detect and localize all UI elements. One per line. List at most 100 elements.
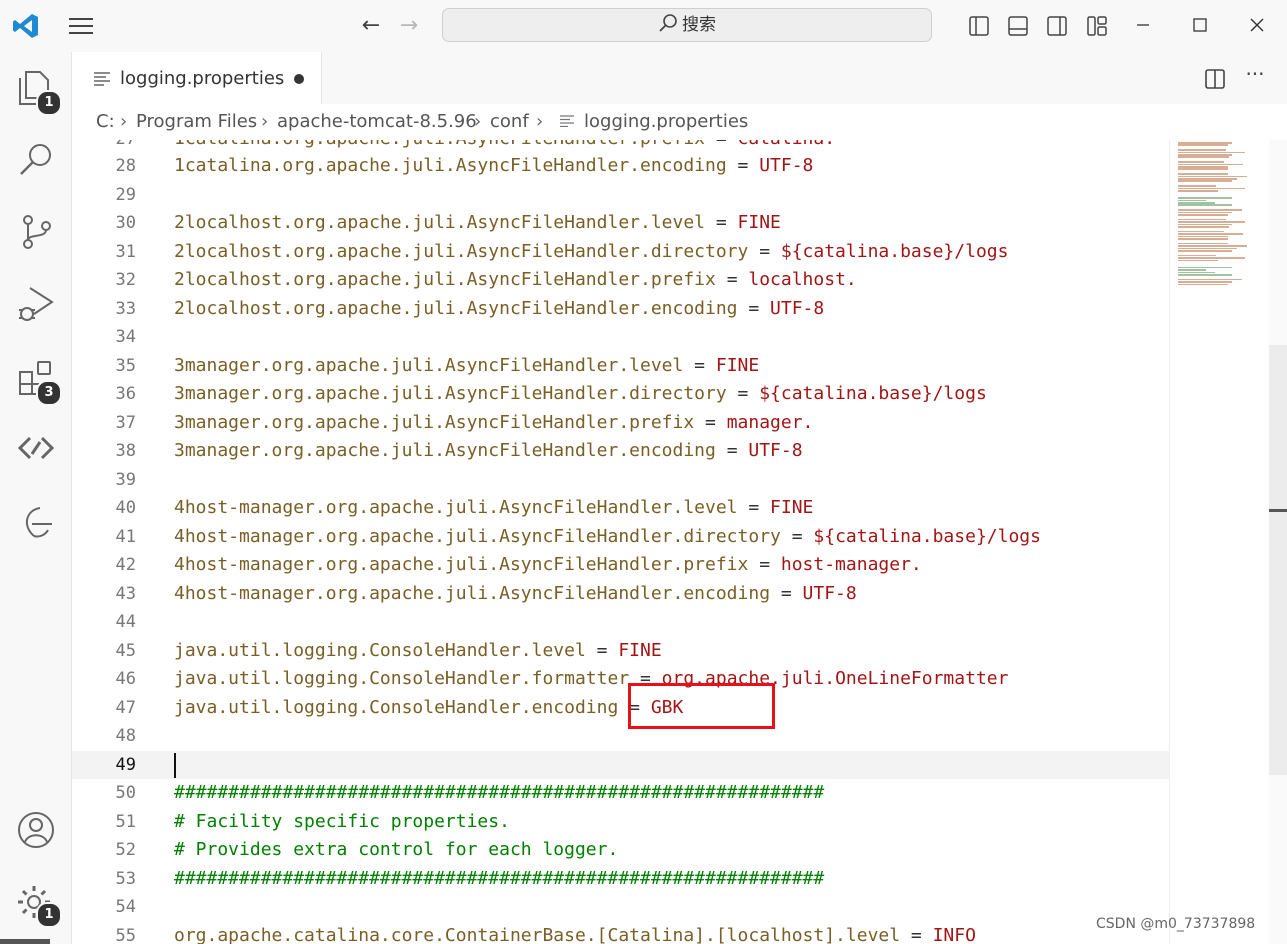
property-value: ${catalina.base}/logs: [780, 240, 1009, 262]
line-number: 54: [115, 897, 136, 917]
line-content: 4host-manager.org.apache.juli.AsyncFileH…: [174, 551, 922, 580]
line-content: org.apache.catalina.core.ContainerBase.[…: [174, 922, 976, 944]
minimap[interactable]: [1169, 140, 1270, 944]
file-lines-icon: [94, 72, 110, 86]
minimap-line: [1178, 274, 1232, 276]
line-content: ########################################…: [174, 779, 824, 808]
line-content: 1catalina.org.apache.juli.AsyncFileHandl…: [174, 152, 813, 181]
property-key: 4host-manager.org.apache.juli.AsyncFileH…: [174, 582, 771, 604]
property-key: 3manager.org.apache.juli.AsyncFileHandle…: [174, 440, 716, 461]
property-key: 4host-manager.org.apache.juli.AsyncFileH…: [174, 554, 749, 575]
line-content: 3manager.org.apache.juli.AsyncFileHandle…: [174, 380, 987, 409]
unsaved-dot-icon[interactable]: [294, 74, 304, 84]
line-content: 2localhost.org.apache.juli.AsyncFileHand…: [174, 266, 857, 295]
property-equals: =: [748, 554, 781, 575]
line-content: 2localhost.org.apache.juli.AsyncFileHand…: [174, 295, 824, 324]
search-activity[interactable]: [16, 140, 56, 180]
minimap-line: [1178, 235, 1229, 238]
code-line: 54: [72, 893, 1169, 922]
minimap-line: [1178, 190, 1218, 192]
comment-text: # Facility specific properties.: [174, 810, 510, 832]
line-number: 52: [115, 840, 136, 860]
customize-layout-icon[interactable]: [1087, 16, 1107, 36]
minimize-window-icon[interactable]: [1128, 10, 1158, 40]
minimap-line: [1178, 245, 1248, 247]
remote-explorer-activity[interactable]: [16, 428, 56, 468]
property-key: 1catalina.org.apache.juli.AsyncFileHandl…: [174, 155, 727, 176]
command-search-input[interactable]: 搜索: [442, 8, 932, 42]
maximize-window-icon[interactable]: [1185, 10, 1215, 40]
code-line: 41 4host-manager.org.apache.juli.AsyncFil…: [72, 523, 1169, 552]
accounts-activity[interactable]: [16, 810, 56, 850]
search-icon: [20, 144, 51, 175]
more-actions-icon[interactable]: ···: [1240, 62, 1270, 90]
minimap-line: [1178, 168, 1228, 170]
minimap-line: [1178, 214, 1229, 216]
breadcrumb-drive[interactable]: C:: [96, 111, 115, 132]
property-equals: =: [585, 639, 619, 661]
line-content: java.util.logging.ConsoleHandler.formatt…: [174, 665, 1008, 694]
chevron-right-icon: ›: [536, 111, 544, 132]
line-number: 46: [115, 669, 136, 689]
breadcrumb-program-files[interactable]: Program Files: [136, 111, 257, 132]
toggle-primary-sidebar-icon[interactable]: [969, 16, 989, 36]
code-line: 48: [72, 722, 1169, 751]
run-debug-activity[interactable]: [16, 284, 56, 324]
line-number: 44: [115, 612, 136, 632]
minimap-line: [1178, 226, 1230, 228]
line-number: 39: [115, 469, 136, 490]
chevron-right-icon: ›: [261, 111, 269, 132]
run-debug-icon: [19, 287, 54, 321]
source-control-icon: [23, 215, 51, 249]
line-number: 37: [115, 412, 136, 433]
source-control-activity[interactable]: [16, 212, 56, 252]
split-editor-icon[interactable]: [1204, 68, 1226, 90]
property-value: manager.: [726, 411, 814, 433]
comment-text: ########################################…: [174, 782, 825, 803]
breadcrumb-file[interactable]: logging.properties: [584, 111, 748, 132]
back-arrow-icon[interactable]: ←: [356, 12, 386, 40]
settings-badge: 1: [36, 902, 62, 928]
menu-hamburger-icon[interactable]: [66, 14, 96, 38]
scrollbar-thumb[interactable]: [1269, 345, 1287, 775]
extensions-activity[interactable]: 3: [16, 358, 62, 406]
minimap-line: [1178, 187, 1245, 190]
property-value: FINE: [737, 212, 781, 233]
code-line: 46 java.util.logging.ConsoleHandler.forma…: [72, 665, 1169, 694]
line-content: 2localhost.org.apache.juli.AsyncFileHand…: [174, 238, 1008, 267]
code-editor[interactable]: 27 1catalina.org.apache.juli.AsyncFileHa…: [72, 140, 1287, 944]
property-equals: =: [726, 155, 760, 176]
line-number: 34: [115, 327, 136, 347]
minimap-line: [1178, 278, 1242, 281]
line-number: 51: [115, 811, 136, 832]
line-number: 42: [115, 555, 136, 575]
property-key: 3manager.org.apache.juli.AsyncFileHandle…: [174, 354, 684, 376]
line-number: 45: [115, 640, 136, 661]
explorer-activity[interactable]: 1: [16, 68, 62, 116]
minimap-line: [1178, 149, 1226, 151]
manage-activity[interactable]: 1: [16, 882, 62, 928]
code-line: 47 java.util.logging.ConsoleHandler.encod…: [72, 694, 1169, 723]
tab-logging-properties[interactable]: logging.properties: [72, 52, 322, 104]
breadcrumb-conf[interactable]: conf: [490, 111, 529, 132]
line-number: 55: [115, 925, 136, 944]
forward-arrow-icon[interactable]: →: [394, 12, 424, 40]
remote-explorer-icon: [17, 436, 55, 460]
line-content: # Provides extra control for each logger…: [174, 836, 618, 865]
property-key: java.util.logging.ConsoleHandler.encodin…: [174, 696, 619, 718]
minimap-line: [1178, 257, 1245, 259]
breadcrumb-tomcat[interactable]: apache-tomcat-8.5.96: [277, 111, 477, 132]
timeline-activity[interactable]: [16, 502, 56, 542]
toggle-secondary-sidebar-icon[interactable]: [1047, 16, 1067, 36]
toggle-panel-icon[interactable]: [1008, 16, 1028, 36]
property-equals: =: [737, 297, 771, 319]
account-icon: [18, 812, 54, 848]
line-content: java.util.logging.ConsoleHandler.encodin…: [174, 694, 683, 723]
code-line: 34: [72, 323, 1169, 352]
minimap-line: [1178, 271, 1215, 274]
chevron-right-icon: ›: [120, 111, 128, 132]
minimap-line: [1178, 154, 1232, 156]
minimap-line: [1178, 185, 1216, 187]
line-content: ########################################…: [174, 865, 824, 894]
close-window-icon[interactable]: [1242, 10, 1272, 40]
